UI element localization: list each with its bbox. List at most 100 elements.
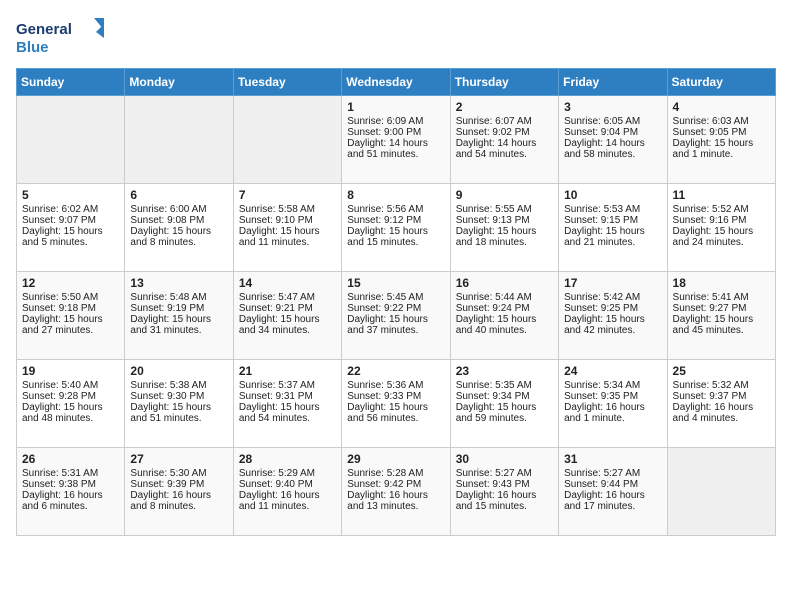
day-number: 1: [347, 100, 444, 114]
calendar-cell: 25Sunrise: 5:32 AMSunset: 9:37 PMDayligh…: [667, 360, 775, 448]
day-number: 17: [564, 276, 661, 290]
calendar-week-3: 12Sunrise: 5:50 AMSunset: 9:18 PMDayligh…: [17, 272, 776, 360]
header-saturday: Saturday: [667, 69, 775, 96]
cell-text: Sunset: 9:24 PM: [456, 303, 553, 314]
cell-text: Sunset: 9:10 PM: [239, 215, 336, 226]
cell-text: and 45 minutes.: [673, 325, 770, 336]
cell-text: and 59 minutes.: [456, 413, 553, 424]
calendar-cell: 4Sunrise: 6:03 AMSunset: 9:05 PMDaylight…: [667, 96, 775, 184]
day-number: 16: [456, 276, 553, 290]
cell-text: and 11 minutes.: [239, 501, 336, 512]
cell-text: and 27 minutes.: [22, 325, 119, 336]
day-number: 23: [456, 364, 553, 378]
cell-text: Daylight: 15 hours: [130, 314, 227, 325]
cell-text: Sunrise: 5:45 AM: [347, 292, 444, 303]
day-number: 22: [347, 364, 444, 378]
cell-text: Sunrise: 5:29 AM: [239, 468, 336, 479]
cell-text: Sunset: 9:44 PM: [564, 479, 661, 490]
cell-text: Sunset: 9:33 PM: [347, 391, 444, 402]
cell-text: Daylight: 16 hours: [239, 490, 336, 501]
calendar-cell: [667, 448, 775, 536]
cell-text: Sunrise: 6:02 AM: [22, 204, 119, 215]
calendar-cell: 31Sunrise: 5:27 AMSunset: 9:44 PMDayligh…: [559, 448, 667, 536]
cell-text: Sunset: 9:31 PM: [239, 391, 336, 402]
cell-text: Sunset: 9:08 PM: [130, 215, 227, 226]
header-thursday: Thursday: [450, 69, 558, 96]
day-number: 10: [564, 188, 661, 202]
cell-text: Daylight: 14 hours: [456, 138, 553, 149]
cell-text: Daylight: 15 hours: [22, 402, 119, 413]
cell-text: Sunrise: 6:05 AM: [564, 116, 661, 127]
cell-text: Daylight: 15 hours: [347, 402, 444, 413]
cell-text: Sunrise: 5:32 AM: [673, 380, 770, 391]
header-monday: Monday: [125, 69, 233, 96]
day-number: 26: [22, 452, 119, 466]
cell-text: Sunrise: 5:48 AM: [130, 292, 227, 303]
cell-text: and 42 minutes.: [564, 325, 661, 336]
cell-text: and 18 minutes.: [456, 237, 553, 248]
cell-text: Daylight: 15 hours: [22, 314, 119, 325]
cell-text: Daylight: 15 hours: [347, 226, 444, 237]
day-number: 20: [130, 364, 227, 378]
cell-text: Sunrise: 5:28 AM: [347, 468, 444, 479]
cell-text: Daylight: 15 hours: [239, 402, 336, 413]
cell-text: Sunrise: 5:38 AM: [130, 380, 227, 391]
calendar-table: SundayMondayTuesdayWednesdayThursdayFrid…: [16, 68, 776, 536]
cell-text: Daylight: 16 hours: [456, 490, 553, 501]
cell-text: Daylight: 15 hours: [22, 226, 119, 237]
cell-text: Sunrise: 5:35 AM: [456, 380, 553, 391]
cell-text: and 40 minutes.: [456, 325, 553, 336]
cell-text: Sunrise: 5:53 AM: [564, 204, 661, 215]
cell-text: and 17 minutes.: [564, 501, 661, 512]
cell-text: and 54 minutes.: [239, 413, 336, 424]
calendar-cell: 24Sunrise: 5:34 AMSunset: 9:35 PMDayligh…: [559, 360, 667, 448]
cell-text: Sunset: 9:25 PM: [564, 303, 661, 314]
day-number: 5: [22, 188, 119, 202]
cell-text: Daylight: 16 hours: [347, 490, 444, 501]
calendar-cell: 6Sunrise: 6:00 AMSunset: 9:08 PMDaylight…: [125, 184, 233, 272]
cell-text: Daylight: 15 hours: [239, 226, 336, 237]
cell-text: Sunset: 9:37 PM: [673, 391, 770, 402]
logo-svg: General Blue: [16, 16, 106, 60]
cell-text: Sunset: 9:07 PM: [22, 215, 119, 226]
cell-text: Daylight: 14 hours: [564, 138, 661, 149]
day-number: 13: [130, 276, 227, 290]
cell-text: Sunrise: 5:31 AM: [22, 468, 119, 479]
day-number: 19: [22, 364, 119, 378]
calendar-cell: [125, 96, 233, 184]
cell-text: Sunset: 9:05 PM: [673, 127, 770, 138]
cell-text: and 5 minutes.: [22, 237, 119, 248]
cell-text: Sunrise: 5:30 AM: [130, 468, 227, 479]
cell-text: Sunrise: 5:58 AM: [239, 204, 336, 215]
cell-text: Sunrise: 5:47 AM: [239, 292, 336, 303]
day-number: 2: [456, 100, 553, 114]
day-number: 7: [239, 188, 336, 202]
day-number: 3: [564, 100, 661, 114]
cell-text: and 4 minutes.: [673, 413, 770, 424]
calendar-cell: 2Sunrise: 6:07 AMSunset: 9:02 PMDaylight…: [450, 96, 558, 184]
calendar-cell: 27Sunrise: 5:30 AMSunset: 9:39 PMDayligh…: [125, 448, 233, 536]
cell-text: Sunrise: 5:40 AM: [22, 380, 119, 391]
cell-text: Daylight: 15 hours: [564, 226, 661, 237]
cell-text: Sunrise: 5:27 AM: [456, 468, 553, 479]
header-tuesday: Tuesday: [233, 69, 341, 96]
cell-text: Sunset: 9:12 PM: [347, 215, 444, 226]
day-number: 14: [239, 276, 336, 290]
cell-text: and 8 minutes.: [130, 237, 227, 248]
day-number: 28: [239, 452, 336, 466]
day-number: 30: [456, 452, 553, 466]
cell-text: Sunrise: 6:00 AM: [130, 204, 227, 215]
cell-text: Sunset: 9:21 PM: [239, 303, 336, 314]
cell-text: Sunrise: 5:34 AM: [564, 380, 661, 391]
cell-text: and 6 minutes.: [22, 501, 119, 512]
cell-text: Daylight: 15 hours: [673, 226, 770, 237]
cell-text: Daylight: 14 hours: [347, 138, 444, 149]
calendar-cell: 12Sunrise: 5:50 AMSunset: 9:18 PMDayligh…: [17, 272, 125, 360]
cell-text: Sunrise: 5:50 AM: [22, 292, 119, 303]
cell-text: and 56 minutes.: [347, 413, 444, 424]
cell-text: Sunset: 9:16 PM: [673, 215, 770, 226]
calendar-cell: 1Sunrise: 6:09 AMSunset: 9:00 PMDaylight…: [342, 96, 450, 184]
day-number: 29: [347, 452, 444, 466]
cell-text: and 51 minutes.: [130, 413, 227, 424]
svg-text:Blue: Blue: [16, 39, 49, 56]
